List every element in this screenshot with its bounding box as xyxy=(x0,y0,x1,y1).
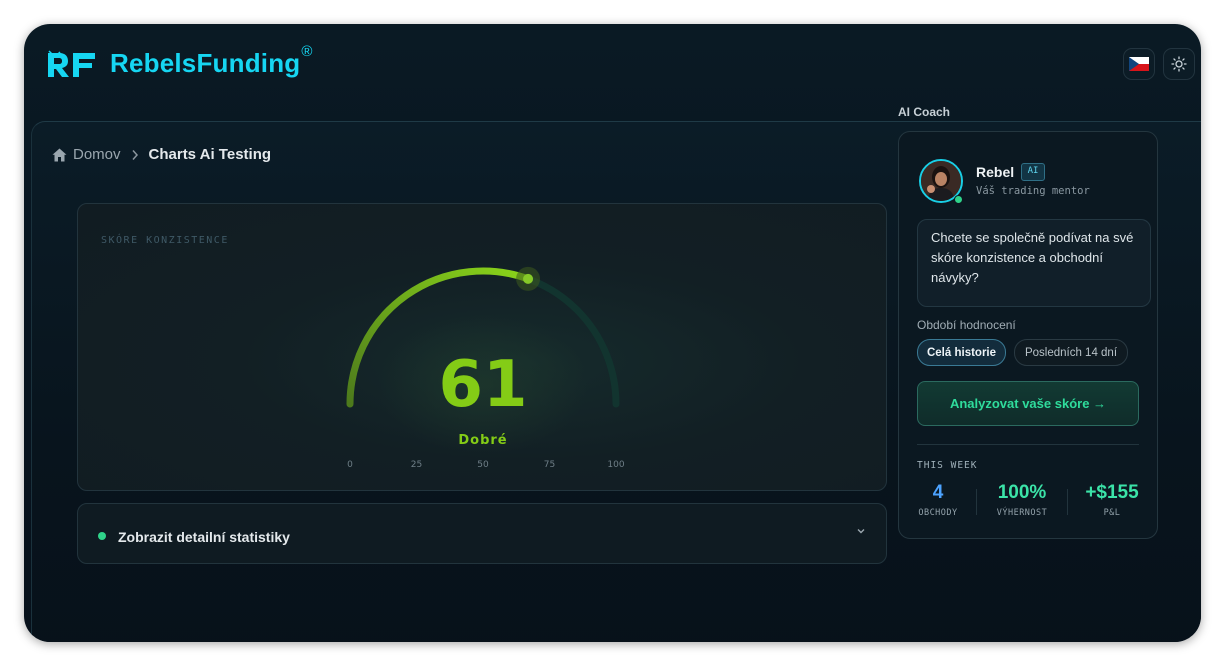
logo[interactable]: RebelsFunding ® xyxy=(46,43,312,79)
coach-subtitle: Váš trading mentor xyxy=(976,185,1090,197)
divider xyxy=(917,444,1139,445)
detailed-stats-toggle[interactable]: Zobrazit detailní statistiky xyxy=(77,503,887,564)
stat-winrate-label: VÝHERNOST xyxy=(996,508,1048,518)
gauge-tick-label: 25 xyxy=(411,460,422,470)
sun-icon xyxy=(1171,56,1187,72)
chevron-down-icon xyxy=(857,529,865,534)
home-icon[interactable] xyxy=(52,148,67,162)
coach-name: Rebel xyxy=(976,164,1015,180)
score-gauge: 61 Dobré 0 25 50 75 100 xyxy=(346,266,625,470)
gauge-tick-label: 75 xyxy=(544,460,555,470)
consistency-score-card: SKÓRE KONZISTENCE 61 Dobré 0 25 50 75 10… xyxy=(77,203,887,491)
stat-pnl-label: P&L xyxy=(1103,508,1121,518)
app-window: RebelsFunding ® Domov Charts Ai Testing … xyxy=(24,24,1201,642)
coach-message: Chcete se společně podívat na své skóre … xyxy=(917,219,1151,307)
analyze-score-button[interactable]: Analyzovat vaše skóre → xyxy=(917,381,1139,426)
stat-separator xyxy=(976,489,977,515)
brand-registered-mark: ® xyxy=(301,43,313,60)
gauge-tick-label: 50 xyxy=(477,460,489,470)
language-button[interactable] xyxy=(1123,48,1155,80)
stat-trades-value: 4 xyxy=(932,482,944,503)
logo-icon xyxy=(48,49,95,77)
stat-pnl: +$155 P&L xyxy=(1077,482,1147,518)
czech-flag-icon xyxy=(1129,57,1149,71)
detailed-stats-label: Zobrazit detailní statistiky xyxy=(118,529,290,545)
stat-winrate: 100% VÝHERNOST xyxy=(987,482,1057,518)
period-chip-all-history[interactable]: Celá historie xyxy=(917,339,1006,366)
score-value: 61 xyxy=(438,348,527,422)
this-week-label: THIS WEEK xyxy=(917,460,978,471)
stat-winrate-value: 100% xyxy=(997,482,1047,503)
gauge-tick-label: 100 xyxy=(607,460,624,470)
breadcrumb-home[interactable]: Domov xyxy=(73,146,121,163)
period-chip-last-14-days[interactable]: Posledních 14 dní xyxy=(1014,339,1128,366)
online-status-dot xyxy=(954,195,963,204)
stat-separator xyxy=(1067,489,1068,515)
breadcrumb-current: Charts Ai Testing xyxy=(148,146,272,163)
ai-badge: AI xyxy=(1021,163,1045,181)
stat-pnl-value: +$155 xyxy=(1085,482,1139,503)
chevron-right-icon xyxy=(131,149,138,160)
gauge-tick-label: 0 xyxy=(347,460,353,470)
gauge-knob xyxy=(523,273,534,284)
status-dot xyxy=(98,532,106,540)
stat-trades: 4 OBCHODY xyxy=(903,482,973,518)
breadcrumb: Domov Charts Ai Testing xyxy=(52,146,271,163)
score-label: SKÓRE KONZISTENCE xyxy=(101,235,229,246)
ai-coach-card: Rebel AI Váš trading mentor Chcete se sp… xyxy=(898,131,1158,539)
score-rating: Dobré xyxy=(458,433,507,448)
stat-trades-label: OBCHODY xyxy=(918,508,958,518)
ai-coach-section-title: AI Coach xyxy=(898,105,951,119)
period-label: Období hodnocení xyxy=(917,318,1016,332)
brand-name: RebelsFunding xyxy=(110,48,301,78)
theme-toggle-button[interactable] xyxy=(1163,48,1195,80)
